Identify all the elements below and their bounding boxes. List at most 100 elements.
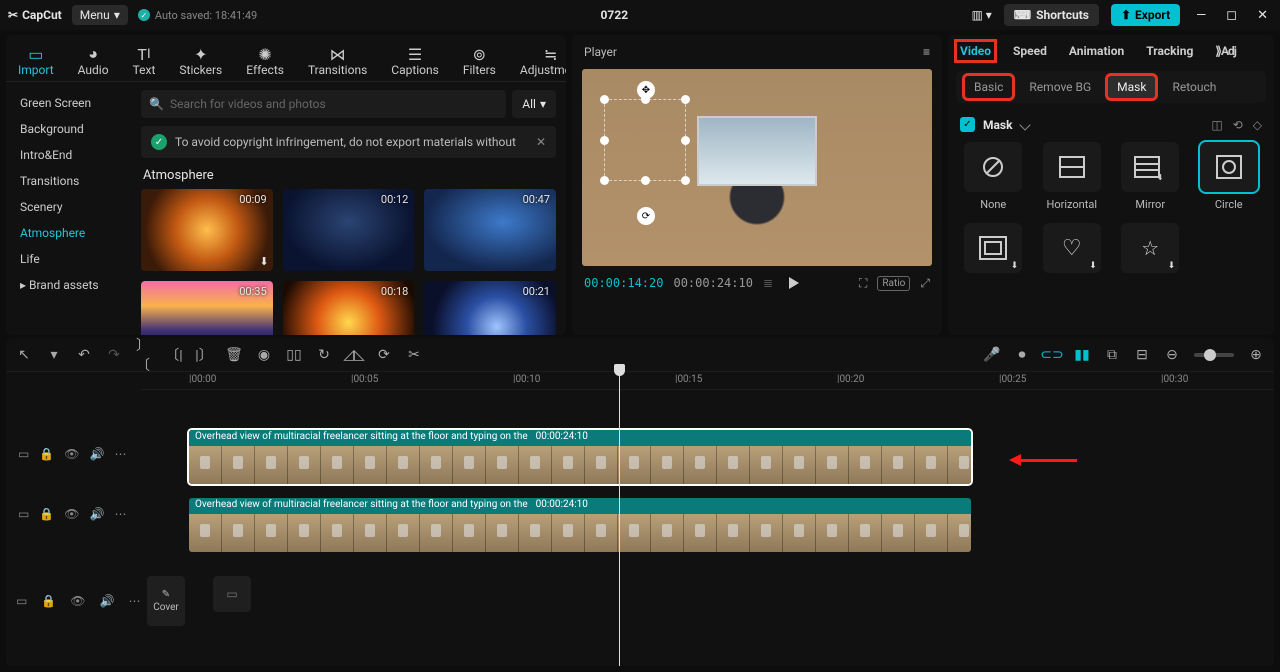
- shortcuts-button[interactable]: ⌨Shortcuts: [1004, 4, 1099, 26]
- select-tool-icon[interactable]: ↖: [16, 347, 32, 363]
- mask-circle[interactable]: [1200, 142, 1258, 192]
- media-thumb[interactable]: 00:35: [141, 281, 273, 335]
- proptab-video[interactable]: Video: [956, 41, 995, 61]
- tab-effects[interactable]: ✺Effects: [240, 41, 290, 81]
- record-icon[interactable]: ⏺: [1014, 347, 1030, 363]
- track-box-icon[interactable]: ▭: [18, 447, 29, 461]
- media-thumb[interactable]: 00:18: [283, 281, 415, 335]
- mask-checkbox[interactable]: ✓: [960, 117, 975, 132]
- more-icon[interactable]: ⋯: [114, 447, 126, 461]
- playhead[interactable]: [619, 372, 620, 666]
- zoom-in-icon[interactable]: ⊕: [1248, 347, 1264, 363]
- tab-stickers[interactable]: ✦Stickers: [173, 41, 228, 81]
- mask-transform-box[interactable]: [604, 99, 686, 181]
- zoom-slider[interactable]: [1194, 353, 1234, 357]
- maximize-button[interactable]: ◻: [1222, 8, 1241, 23]
- filter-all-button[interactable]: All▾: [512, 90, 556, 118]
- tab-import[interactable]: ▭Import: [12, 41, 60, 81]
- undo-icon[interactable]: ↶: [76, 347, 92, 363]
- trim-left-icon[interactable]: 〔|: [166, 345, 182, 365]
- cover-thumb[interactable]: ▭: [213, 576, 251, 612]
- marker-icon[interactable]: ◉: [256, 347, 272, 363]
- timeline-ruler[interactable]: |00:00 |00:05 |00:10 |00:15 |00:20 |00:2…: [141, 372, 1274, 390]
- trim-right-icon[interactable]: |〕: [196, 345, 212, 365]
- speaker-icon[interactable]: 🔊: [90, 507, 105, 521]
- zoom-out-icon[interactable]: ⊖: [1164, 347, 1180, 363]
- proptab-speed[interactable]: Speed: [1009, 41, 1051, 61]
- lock-icon[interactable]: 🔒: [39, 507, 54, 521]
- media-thumb[interactable]: 00:12: [283, 189, 415, 271]
- minimize-button[interactable]: —: [1192, 8, 1210, 23]
- mask-rectangle[interactable]: ⬇: [964, 223, 1022, 273]
- sidebar-item-life[interactable]: Life: [6, 246, 131, 272]
- more-icon[interactable]: ⋯: [114, 507, 126, 521]
- link-icon[interactable]: ⧉: [1104, 347, 1120, 363]
- rotate-icon[interactable]: ⟳: [376, 347, 392, 363]
- proptab-tracking[interactable]: Tracking: [1142, 41, 1197, 61]
- sidebar-item-background[interactable]: Background: [6, 116, 131, 142]
- sidebar-item-scenery[interactable]: Scenery: [6, 194, 131, 220]
- mask-heart[interactable]: ♡⬇: [1043, 223, 1101, 273]
- fullscreen-icon[interactable]: ⤢: [920, 276, 930, 291]
- sidebar-item-atmosphere[interactable]: Atmosphere: [6, 220, 131, 246]
- lock-icon[interactable]: 🔒: [41, 594, 56, 608]
- mask-horizontal[interactable]: [1043, 142, 1101, 192]
- tool-dropdown-icon[interactable]: ▾: [46, 347, 62, 363]
- crop-icon[interactable]: ⛶: [859, 276, 867, 291]
- align-icon[interactable]: ⊟: [1134, 347, 1150, 363]
- split-icon[interactable]: 〕〔: [136, 335, 152, 375]
- eye-icon[interactable]: 👁: [64, 447, 79, 461]
- subtab-basic[interactable]: Basic: [964, 75, 1013, 99]
- sidebar-item-brand-assets[interactable]: ▸ Brand assets: [6, 272, 131, 298]
- media-thumb[interactable]: 00:21: [424, 281, 556, 335]
- subtab-mask[interactable]: Mask: [1107, 75, 1156, 99]
- freeze-icon[interactable]: ▯▯: [286, 347, 302, 363]
- export-button[interactable]: ⬆Export: [1111, 4, 1180, 26]
- layout-icon[interactable]: ▥ ▾: [971, 8, 991, 22]
- mirror-icon[interactable]: ◿◺: [346, 347, 362, 363]
- subtab-removebg[interactable]: Remove BG: [1019, 75, 1101, 99]
- mic-icon[interactable]: 🎤: [984, 347, 1000, 363]
- mask-rotate-icon[interactable]: ⟳: [637, 207, 655, 225]
- timeline-clip[interactable]: Overhead view of multiracial freelancer …: [189, 430, 971, 484]
- delete-icon[interactable]: 🗑: [226, 347, 242, 363]
- tab-captions[interactable]: ☰Captions: [385, 41, 445, 81]
- tab-text[interactable]: TIText: [127, 41, 162, 81]
- track-box-icon[interactable]: ▭: [18, 507, 29, 521]
- more-icon[interactable]: ⋯: [128, 594, 140, 608]
- eye-icon[interactable]: 👁: [64, 507, 79, 521]
- ratio-button[interactable]: Ratio: [877, 276, 910, 291]
- player-menu-icon[interactable]: ≡: [923, 45, 930, 59]
- proptab-adjust[interactable]: ⟫Adj: [1211, 41, 1240, 61]
- reset-mask-icon[interactable]: ◫: [1211, 118, 1222, 132]
- diamond-icon[interactable]: ◇: [1253, 118, 1262, 132]
- sidebar-item-intro-end[interactable]: Intro&End: [6, 142, 131, 168]
- snap-icon[interactable]: ▮▮: [1074, 347, 1090, 363]
- close-notice-button[interactable]: ✕: [536, 135, 546, 149]
- close-button[interactable]: ✕: [1253, 8, 1272, 23]
- list-icon[interactable]: ≣: [763, 276, 773, 290]
- media-thumb[interactable]: 00:47: [424, 189, 556, 271]
- menu-button[interactable]: Menu▾: [72, 5, 128, 25]
- crop-icon[interactable]: ✂: [406, 347, 422, 363]
- chevron-down-icon[interactable]: [1019, 119, 1030, 130]
- magnet-icon[interactable]: ⊂⊃: [1044, 347, 1060, 363]
- timeline-clip[interactable]: Overhead view of multiracial freelancer …: [189, 498, 971, 552]
- mask-star[interactable]: ☆⬇: [1121, 223, 1179, 273]
- undo-mask-icon[interactable]: ⟲: [1233, 118, 1243, 132]
- media-thumb[interactable]: 00:09⬇: [141, 189, 273, 271]
- play-button[interactable]: [789, 277, 799, 289]
- download-icon[interactable]: ⬇: [259, 255, 268, 268]
- tab-audio[interactable]: ◕Audio: [72, 41, 115, 81]
- proptab-animation[interactable]: Animation: [1065, 41, 1128, 61]
- redo-icon[interactable]: ↷: [106, 347, 122, 363]
- sidebar-item-green-screen[interactable]: Green Screen: [6, 90, 131, 116]
- track-box-icon[interactable]: ▭: [16, 594, 27, 608]
- player-stage[interactable]: ✥ ⟳: [582, 69, 932, 266]
- search-input[interactable]: 🔍 Search for videos and photos: [141, 90, 506, 118]
- lock-icon[interactable]: 🔒: [39, 447, 54, 461]
- sidebar-item-transitions[interactable]: Transitions: [6, 168, 131, 194]
- speaker-icon[interactable]: 🔊: [100, 594, 115, 608]
- mask-none[interactable]: [964, 142, 1022, 192]
- eye-icon[interactable]: 👁: [70, 594, 85, 608]
